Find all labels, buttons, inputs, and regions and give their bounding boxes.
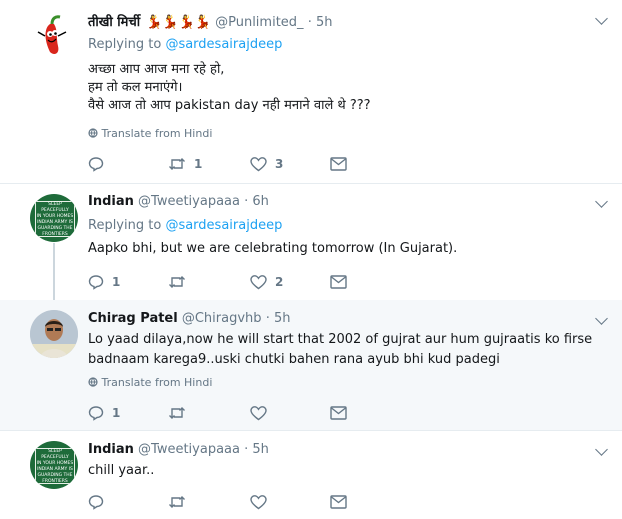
handle[interactable]: @Punlimited_ — [215, 15, 303, 30]
tweet-1[interactable]: तीखी मिर्ची 💃💃💃💃 @Punlimited_ · 5h Reply… — [0, 0, 622, 184]
dm-button[interactable] — [330, 154, 347, 174]
like-button[interactable] — [250, 403, 267, 423]
reply-count: 1 — [112, 406, 121, 420]
avatar-sign: SLEEP PEACEFULLY IN YOUR HOMES INDIAN AR… — [35, 448, 75, 484]
tweet-header: Chirag Patel @Chiragvhb · 5h — [88, 311, 290, 326]
retweet-icon — [169, 407, 185, 419]
reply-button[interactable]: 1 — [88, 403, 120, 423]
translate-link[interactable]: Translate from Hindi — [88, 376, 212, 389]
avatar-chili[interactable] — [30, 10, 78, 58]
replying-to: Replying to @sardesairajdeep — [88, 218, 282, 233]
dm-button[interactable] — [330, 272, 347, 292]
reply-mention-link[interactable]: @sardesairajdeep — [165, 37, 282, 52]
tweet-header: तीखी मिर्ची 💃💃💃💃 @Punlimited_ · 5h — [88, 12, 332, 30]
tweet-3[interactable]: Chirag Patel @Chiragvhb · 5h Lo yaad dil… — [0, 300, 622, 431]
like-button[interactable]: 2 — [250, 272, 283, 292]
like-icon — [250, 495, 267, 510]
dm-button[interactable] — [330, 403, 347, 423]
tweet-text: अच्छा आप आज मना रहे हो, हम तो कल मनाएंगे… — [88, 61, 371, 115]
globe-icon — [88, 376, 102, 389]
display-name[interactable]: Indian — [88, 442, 134, 457]
action-bar: 1 2 — [88, 272, 388, 292]
action-bar: 1 3 — [88, 154, 388, 174]
caret-down-icon[interactable] — [595, 312, 608, 325]
display-name[interactable]: Chirag Patel — [88, 311, 178, 326]
reply-icon — [88, 495, 104, 510]
like-button[interactable] — [250, 492, 267, 512]
handle[interactable]: @Chiragvhb — [182, 311, 262, 326]
display-name[interactable]: Indian — [88, 194, 134, 209]
replying-to: Replying to @sardesairajdeep — [88, 37, 282, 52]
tweet-text-line: वैसे आज तो आप pakistan day नही मनाने वाल… — [88, 98, 371, 113]
tweet-text-line: chill yaar.. — [88, 463, 155, 478]
caret-down-icon[interactable] — [595, 12, 608, 25]
tweet-2[interactable]: SLEEP PEACEFULLY IN YOUR HOMES INDIAN AR… — [0, 184, 622, 299]
action-bar — [88, 492, 388, 512]
reply-count: 1 — [112, 275, 121, 289]
timestamp[interactable]: · 5h — [244, 442, 269, 457]
avatar-army-sign[interactable]: SLEEP PEACEFULLY IN YOUR HOMES INDIAN AR… — [30, 441, 78, 489]
replying-to-label: Replying to — [88, 37, 162, 52]
like-icon — [250, 275, 267, 290]
like-icon — [250, 157, 267, 172]
reply-icon — [88, 406, 104, 421]
tweet-text: Aapko bhi, but we are celebrating tomorr… — [88, 240, 457, 258]
translate-label: Translate from Hindi — [101, 127, 213, 140]
tweet-text: chill yaar.. — [88, 462, 154, 480]
retweet-icon — [169, 496, 185, 508]
retweet-icon — [169, 276, 185, 288]
replying-to-label: Replying to — [88, 218, 162, 233]
retweet-button[interactable] — [168, 492, 186, 512]
dm-icon — [330, 495, 347, 509]
reply-mention-link[interactable]: @sardesairajdeep — [165, 218, 282, 233]
tweet-text-line: हम तो कल मनाएंगे। — [88, 80, 183, 95]
tweet-4[interactable]: SLEEP PEACEFULLY IN YOUR HOMES INDIAN AR… — [0, 431, 622, 519]
tweet-text: Lo yaad dilaya,now he will start that 20… — [88, 330, 592, 370]
timestamp[interactable]: · 6h — [244, 194, 269, 209]
dm-button[interactable] — [330, 492, 347, 512]
tweet-text-line: अच्छा आप आज मना रहे हो, — [88, 62, 225, 77]
avatar-army-sign[interactable]: SLEEP PEACEFULLY IN YOUR HOMES INDIAN AR… — [30, 194, 78, 242]
caret-down-icon[interactable] — [595, 443, 608, 456]
translate-label: Translate from Hindi — [101, 376, 213, 389]
tweet-header: Indian @Tweetiyapaaa · 6h — [88, 194, 269, 209]
retweet-button[interactable] — [168, 272, 186, 292]
retweet-icon — [169, 158, 185, 170]
chili-icon — [37, 15, 67, 54]
tweet-text-line: badnaam karega9..uski chutki bahen rana … — [88, 352, 500, 367]
reply-button[interactable] — [88, 492, 104, 512]
avatar-user-photo[interactable] — [30, 310, 78, 358]
reply-icon — [88, 275, 104, 290]
reply-button[interactable]: 1 — [88, 272, 120, 292]
reply-button[interactable] — [88, 154, 104, 174]
user-photo-icon — [30, 310, 78, 358]
retweet-count: 1 — [194, 157, 203, 171]
dm-icon — [330, 275, 347, 289]
tweet-text-line: Lo yaad dilaya,now he will start that 20… — [88, 332, 593, 347]
retweet-button[interactable]: 1 — [168, 154, 202, 174]
like-count: 3 — [275, 157, 284, 171]
caret-down-icon[interactable] — [595, 195, 608, 208]
handle[interactable]: @Tweetiyapaaa — [138, 194, 240, 209]
tweet-text-line: Aapko bhi, but we are celebrating tomorr… — [88, 241, 458, 256]
timestamp[interactable]: · 5h — [266, 311, 291, 326]
translate-link[interactable]: Translate from Hindi — [88, 127, 212, 140]
display-name[interactable]: तीखी मिर्ची — [88, 15, 140, 30]
avatar-sign: SLEEP PEACEFULLY IN YOUR HOMES INDIAN AR… — [35, 201, 75, 237]
globe-icon — [88, 127, 102, 140]
dm-icon — [330, 406, 347, 420]
action-bar: 1 — [88, 403, 388, 423]
reply-icon — [88, 157, 104, 172]
dm-icon — [330, 157, 347, 171]
retweet-button[interactable] — [168, 403, 186, 423]
like-button[interactable]: 3 — [250, 154, 283, 174]
like-icon — [250, 406, 267, 421]
timestamp[interactable]: · 5h — [308, 15, 333, 30]
name-emojis: 💃💃💃💃 — [146, 15, 211, 30]
tweet-header: Indian @Tweetiyapaaa · 5h — [88, 442, 269, 457]
handle[interactable]: @Tweetiyapaaa — [138, 442, 240, 457]
like-count: 2 — [275, 275, 284, 289]
